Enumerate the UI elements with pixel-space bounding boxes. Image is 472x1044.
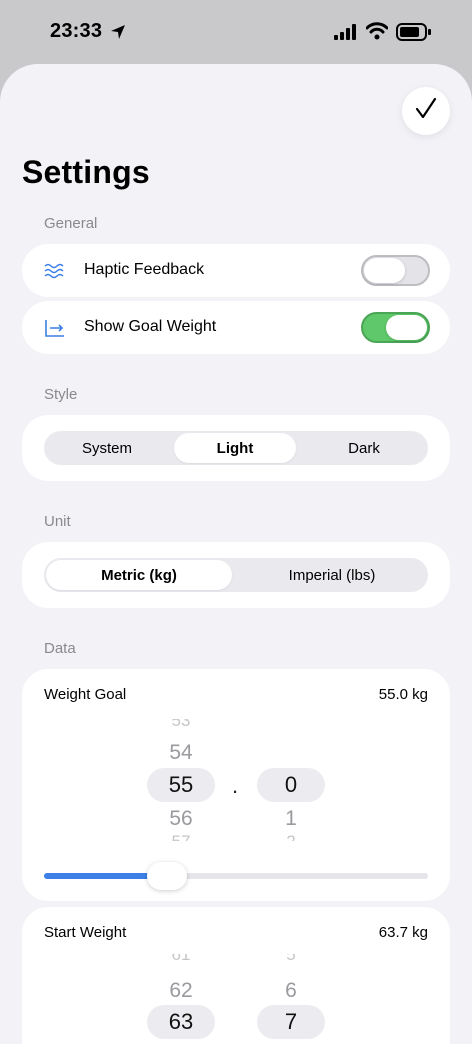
waves-icon — [44, 261, 66, 286]
picker-item: 54 — [169, 741, 193, 764]
unit-option-metric[interactable]: Metric (kg) — [46, 560, 232, 590]
done-button[interactable] — [402, 87, 450, 135]
haptic-feedback-row[interactable]: Haptic Feedback — [22, 244, 450, 297]
checkmark-icon — [414, 97, 438, 126]
status-time: 23:33 — [50, 20, 103, 42]
picker-item: 56 — [169, 807, 193, 830]
picker-selected-item: 63 — [147, 1005, 215, 1039]
picker-item: 5 — [286, 954, 296, 964]
picker-item: 2 — [257, 832, 325, 841]
unit-card: Metric (kg) Imperial (lbs) — [22, 542, 450, 608]
weight-goal-slider[interactable] — [44, 862, 428, 890]
picker-item: 57 — [147, 832, 215, 841]
settings-sheet: Settings General Haptic Feedback Show Go… — [0, 64, 472, 1044]
picker-selected-item: 0 — [257, 768, 325, 802]
battery-icon — [396, 23, 432, 46]
haptic-feedback-toggle[interactable] — [361, 255, 430, 286]
picker-item: 6 — [285, 979, 297, 1002]
style-option-system[interactable]: System — [46, 433, 168, 463]
style-option-light[interactable]: Light — [174, 433, 296, 463]
chart-axis-icon — [44, 318, 66, 343]
picker-item: 1 — [285, 807, 297, 830]
unit-option-imperial[interactable]: Imperial (lbs) — [238, 560, 426, 590]
slider-thumb[interactable] — [146, 862, 187, 890]
unit-segmented-control: Metric (kg) Imperial (lbs) — [44, 558, 428, 592]
start-weight-value: 63.7 kg — [378, 924, 428, 941]
show-goal-weight-row[interactable]: Show Goal Weight — [22, 301, 450, 354]
style-card: System Light Dark — [22, 415, 450, 481]
picker-selected-item: 55 — [147, 768, 215, 802]
show-goal-weight-label: Show Goal Weight — [84, 318, 217, 335]
start-weight-card: Start Weight 63.7 kg 61 62 63 5 6 7 — [22, 907, 450, 1044]
toggle-knob — [364, 258, 405, 283]
start-weight-label: Start Weight — [44, 924, 127, 941]
weight-goal-label: Weight Goal — [44, 686, 127, 703]
haptic-feedback-label: Haptic Feedback — [84, 261, 205, 278]
style-segmented-control: System Light Dark — [44, 431, 428, 465]
picker-selected-item: 7 — [257, 1005, 325, 1039]
page-title: Settings — [22, 154, 150, 190]
weight-goal-card: Weight Goal 55.0 kg 53 54 55 56 57 . 0 1… — [22, 669, 450, 901]
picker-item: 62 — [169, 979, 193, 1002]
location-arrow-icon — [109, 23, 127, 46]
section-label-style: Style — [44, 386, 78, 403]
cellular-signal-icon — [334, 24, 358, 45]
picker-item: 53 — [171, 719, 191, 729]
toggle-knob — [386, 315, 427, 340]
decimal-separator: . — [232, 773, 239, 798]
show-goal-weight-toggle[interactable] — [361, 312, 430, 343]
status-bar: 23:33 — [0, 0, 472, 64]
section-label-general: General — [44, 215, 98, 232]
style-option-dark[interactable]: Dark — [302, 433, 426, 463]
wifi-icon — [365, 22, 389, 45]
section-label-data: Data — [44, 640, 76, 657]
weight-goal-value: 55.0 kg — [378, 686, 428, 703]
picker-item: 61 — [171, 954, 191, 964]
section-label-unit: Unit — [44, 513, 71, 530]
